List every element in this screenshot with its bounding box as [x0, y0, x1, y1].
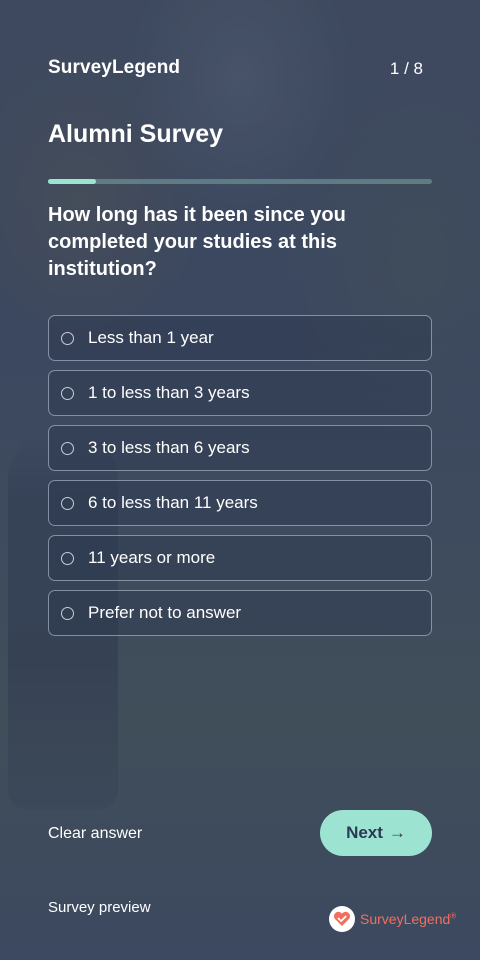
- answer-option-label: 1 to less than 3 years: [88, 383, 250, 402]
- radio-button[interactable]: [61, 606, 74, 620]
- arrow-right-icon: →: [388, 823, 406, 842]
- logo-text: SurveyLegend®: [360, 911, 457, 927]
- answer-option-label: 11 years or more: [88, 548, 216, 567]
- surveylegend-logo[interactable]: SurveyLegend®: [329, 906, 456, 932]
- progress-bar-fill: [48, 179, 96, 184]
- radio-button[interactable]: [61, 551, 74, 565]
- answer-option[interactable]: 6 to less than 11 years: [48, 480, 432, 526]
- radio-button[interactable]: [61, 441, 74, 455]
- heart-check-icon: [329, 906, 355, 932]
- progress-bar: [48, 179, 432, 184]
- survey-title: Alumni Survey: [48, 120, 224, 148]
- brand-name: SurveyLegend: [48, 57, 181, 78]
- answer-option[interactable]: 1 to less than 3 years: [48, 370, 432, 416]
- answer-option-label: Prefer not to answer: [88, 603, 242, 622]
- answer-option[interactable]: Less than 1 year: [48, 315, 432, 361]
- answer-option-label: Less than 1 year: [88, 328, 214, 347]
- answer-option[interactable]: 3 to less than 6 years: [48, 425, 432, 471]
- question-text: How long has it been since you completed…: [48, 204, 346, 280]
- radio-button[interactable]: [61, 386, 74, 400]
- answer-option-label: 6 to less than 11 years: [88, 493, 258, 512]
- page-counter: 1 / 8: [389, 59, 423, 78]
- answer-option[interactable]: Prefer not to answer: [48, 590, 432, 636]
- survey-screen: SurveyLegend 1 / 8 Alumni Survey How lon…: [0, 0, 480, 960]
- answer-options: Less than 1 year 1 to less than 3 years …: [48, 315, 432, 645]
- clear-answer-button[interactable]: Clear answer: [48, 825, 142, 843]
- answer-option[interactable]: 11 years or more: [48, 535, 432, 581]
- answer-option-label: 3 to less than 6 years: [88, 438, 250, 457]
- radio-button[interactable]: [61, 331, 74, 345]
- radio-button[interactable]: [61, 496, 74, 510]
- next-button-label: Next: [346, 823, 383, 842]
- survey-preview-label: Survey preview: [48, 899, 151, 916]
- next-button[interactable]: Next →: [320, 810, 432, 856]
